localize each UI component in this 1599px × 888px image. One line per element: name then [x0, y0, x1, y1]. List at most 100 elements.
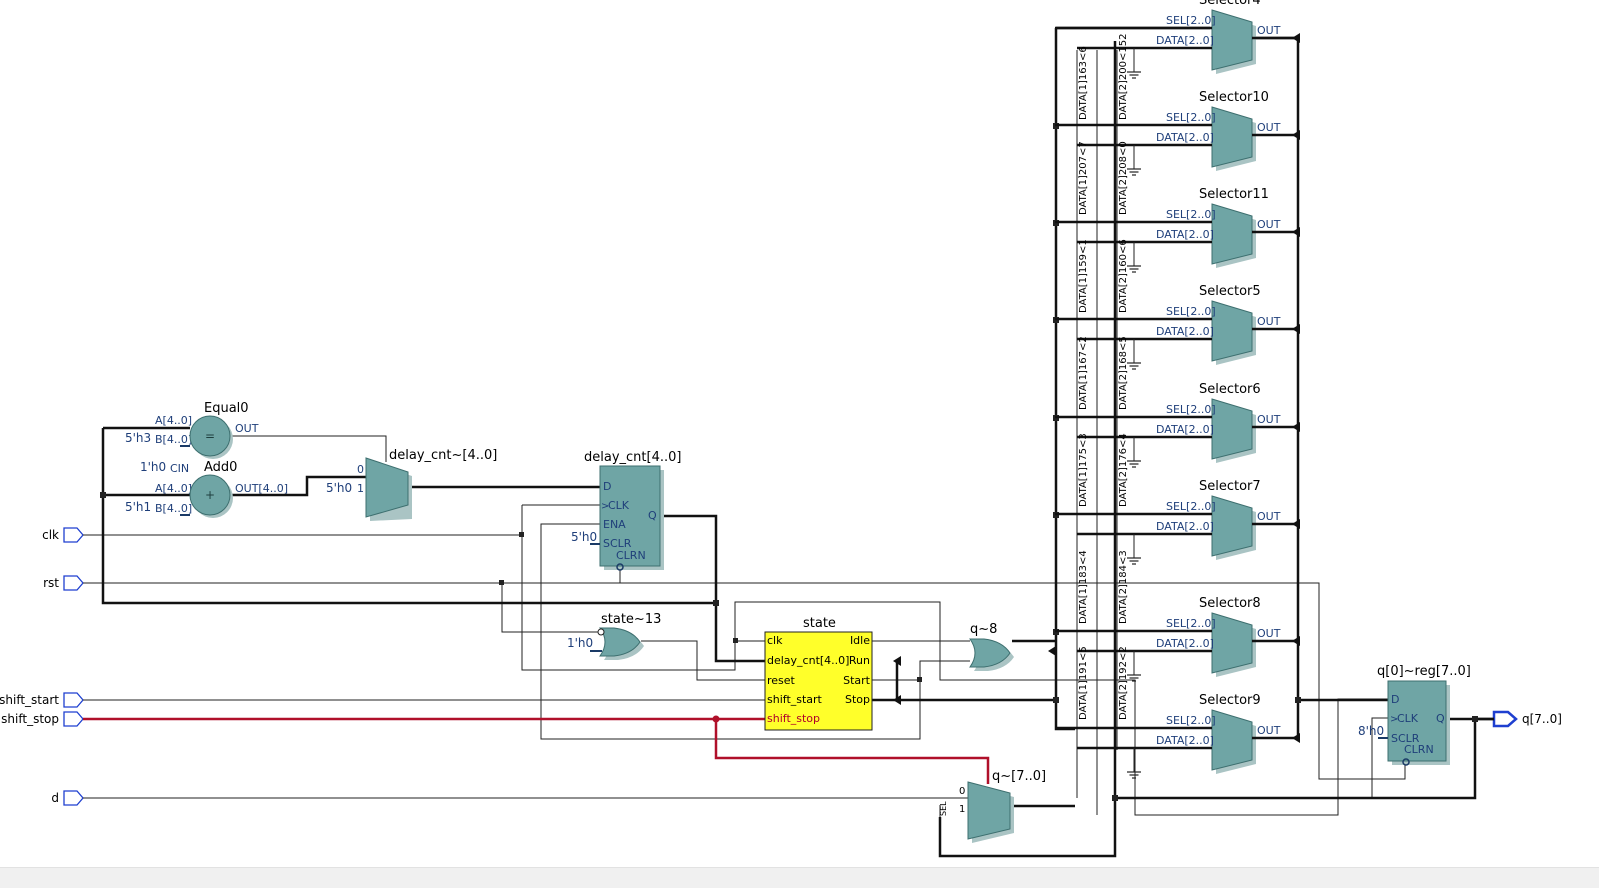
q8-name: q~8	[970, 622, 997, 637]
selector-out-port: OUT	[1257, 315, 1281, 328]
delay-cnt-mux-in1: 1	[357, 482, 364, 495]
selector-block[interactable]: Selector7 SEL[2..0] DATA[2..0] OUT	[1055, 479, 1300, 565]
bus-label-right: DATA[2]160<6	[1118, 239, 1129, 313]
selector-block[interactable]: Selector5 SEL[2..0] DATA[2..0] OUT	[1055, 284, 1300, 370]
q-mux-side: SEL	[939, 801, 948, 816]
selector-sel-port: SEL[2..0]	[1166, 111, 1216, 124]
bus-label-left: DATA[1]207<7	[1078, 141, 1089, 215]
selector-out-port: OUT	[1257, 413, 1281, 426]
svg-text:>: >	[601, 501, 609, 512]
selector-data-port: DATA[2..0]	[1156, 228, 1214, 241]
selector-data-port: DATA[2..0]	[1156, 34, 1214, 47]
selector-name: Selector9	[1199, 693, 1261, 708]
selector-sel-port: SEL[2..0]	[1166, 14, 1216, 27]
bus-label-left: DATA[1]159<1	[1078, 239, 1089, 313]
selector-name: Selector11	[1199, 187, 1269, 202]
selector-sel-port: SEL[2..0]	[1166, 208, 1216, 221]
bus-label-right: DATA[2]176<4	[1118, 433, 1129, 507]
q-register-q-port: Q	[1436, 712, 1445, 725]
input-shift-start[interactable]: shift_start	[0, 692, 84, 708]
add0-out-port: OUT[4..0]	[235, 482, 288, 495]
selector-name: Selector6	[1199, 382, 1261, 397]
delay-cnt-register[interactable]: delay_cnt[4..0] D CLK > ENA SCLR CLRN Q …	[571, 450, 681, 571]
selector-data-port: DATA[2..0]	[1156, 734, 1214, 747]
delay-cnt-mux-const: 5'h0	[326, 481, 352, 495]
state-in-clk: clk	[767, 634, 783, 647]
state-out-idle: Idle	[850, 634, 870, 647]
input-clk-label: clk	[42, 528, 59, 542]
state-in-start: shift_start	[767, 693, 823, 706]
selector-data-port: DATA[2..0]	[1156, 423, 1214, 436]
input-d[interactable]: d	[51, 790, 84, 806]
bus-labels: DATA[1]163<6 DATA[1]207<7 DATA[1]159<1 DATA…	[1078, 34, 1129, 720]
output-q[interactable]: q[7..0]	[1492, 710, 1562, 728]
add0-a-port: A[4..0]	[155, 482, 192, 495]
selector-data-port: DATA[2..0]	[1156, 637, 1214, 650]
selector-block[interactable]: Selector10 SEL[2..0] DATA[2..0] OUT	[1055, 90, 1300, 176]
equal0-b-port: B[4..0]	[155, 433, 192, 446]
input-d-label: d	[51, 791, 59, 805]
q-register-name: q[0]~reg[7..0]	[1377, 664, 1471, 679]
selector-out-port: OUT	[1257, 724, 1281, 737]
bus-label-right: DATA[2]184<3	[1118, 550, 1129, 624]
equal0-out-port: OUT	[235, 422, 259, 435]
delay-cnt-q-port: Q	[648, 509, 657, 522]
q-mux-in1: 1	[959, 804, 965, 815]
equal0-comparator[interactable]: Equal0 A[4..0] 5'h3 B[4..0] = OUT	[103, 401, 259, 459]
input-clk[interactable]: clk	[42, 527, 84, 543]
selector-column: Selector4SEL[2..0]DATA[2..0]OUTSelector1…	[1055, 0, 1300, 779]
selector-sel-port: SEL[2..0]	[1166, 305, 1216, 318]
add0-cin-const: 1'h0	[140, 460, 166, 474]
add0-const: 5'h1	[125, 500, 151, 514]
state-machine[interactable]: state clk delay_cnt[4..0] reset shift_st…	[764, 616, 901, 731]
selector-sel-port: SEL[2..0]	[1166, 617, 1216, 630]
selector-block[interactable]: Selector9 SEL[2..0] DATA[2..0] OUT	[1055, 693, 1300, 779]
selector-data-port: DATA[2..0]	[1156, 520, 1214, 533]
input-rst[interactable]: rst	[43, 575, 84, 591]
state-in-reset: reset	[767, 674, 796, 687]
state-in-delay: delay_cnt[4..0]	[767, 654, 849, 667]
selector-data-port: DATA[2..0]	[1156, 325, 1214, 338]
add0-name: Add0	[204, 460, 237, 475]
bus-label-right: DATA[2]192<2	[1118, 646, 1129, 720]
delay-cnt-mux[interactable]: delay_cnt~[4..0] 0 1 5'h0	[326, 448, 497, 521]
state13-const: 1'h0	[567, 636, 593, 650]
state-out-start: Start	[843, 674, 871, 687]
bus-label-right: DATA[2]200<152	[1118, 34, 1129, 120]
status-bar	[0, 867, 1599, 888]
selector-out-port: OUT	[1257, 627, 1281, 640]
add0-b-port: B[4..0]	[155, 502, 192, 515]
q-register-clk-port: CLK	[1397, 712, 1419, 725]
q-mux-name: q~[7..0]	[992, 769, 1046, 784]
schematic-canvas[interactable]: clk rst shift_start shift_stop d q[7..0]	[0, 0, 1599, 887]
equal0-op: =	[205, 429, 215, 443]
selector-block[interactable]: Selector11 SEL[2..0] DATA[2..0] OUT	[1055, 187, 1300, 273]
delay-cnt-clrn-port: CLRN	[616, 549, 646, 562]
state-in-stop: shift_stop	[767, 712, 820, 725]
input-shift-stop-label: shift_stop	[1, 712, 59, 726]
state13-name: state~13	[601, 612, 661, 627]
state13-gate[interactable]: state~13 1'h0	[567, 612, 661, 660]
selector-block[interactable]: Selector6 SEL[2..0] DATA[2..0] OUT	[1055, 382, 1300, 468]
selector-out-port: OUT	[1257, 218, 1281, 231]
delay-cnt-d-port: D	[603, 480, 611, 493]
bus-label-left: DATA[1]191<5	[1078, 646, 1089, 720]
selector-name: Selector5	[1199, 284, 1261, 299]
selector-data-port: DATA[2..0]	[1156, 131, 1214, 144]
equal0-name: Equal0	[204, 401, 249, 416]
input-shift-stop[interactable]: shift_stop	[1, 711, 84, 727]
selector-sel-port: SEL[2..0]	[1166, 403, 1216, 416]
delay-cnt-register-name: delay_cnt[4..0]	[584, 450, 681, 465]
equal0-a-port: A[4..0]	[155, 414, 192, 427]
selector-name: Selector10	[1199, 90, 1269, 105]
selector-block[interactable]: Selector4 SEL[2..0] DATA[2..0] OUT	[1055, 0, 1300, 79]
add0-adder[interactable]: Add0 1'h0 CIN A[4..0] 5'h1 B[4..0] + OUT…	[125, 460, 288, 518]
q-register[interactable]: q[0]~reg[7..0] D > CLK SCLR CLRN Q 8'h0	[1358, 664, 1471, 766]
delay-cnt-clk-port: CLK	[608, 499, 630, 512]
q8-gate[interactable]: q~8	[969, 622, 1056, 671]
selector-block[interactable]: Selector8 SEL[2..0] DATA[2..0] OUT	[1055, 596, 1300, 682]
input-rst-label: rst	[43, 576, 59, 590]
delay-cnt-ena-port: ENA	[603, 518, 626, 531]
q-mux-in0: 0	[959, 786, 965, 797]
selector-out-port: OUT	[1257, 24, 1281, 37]
